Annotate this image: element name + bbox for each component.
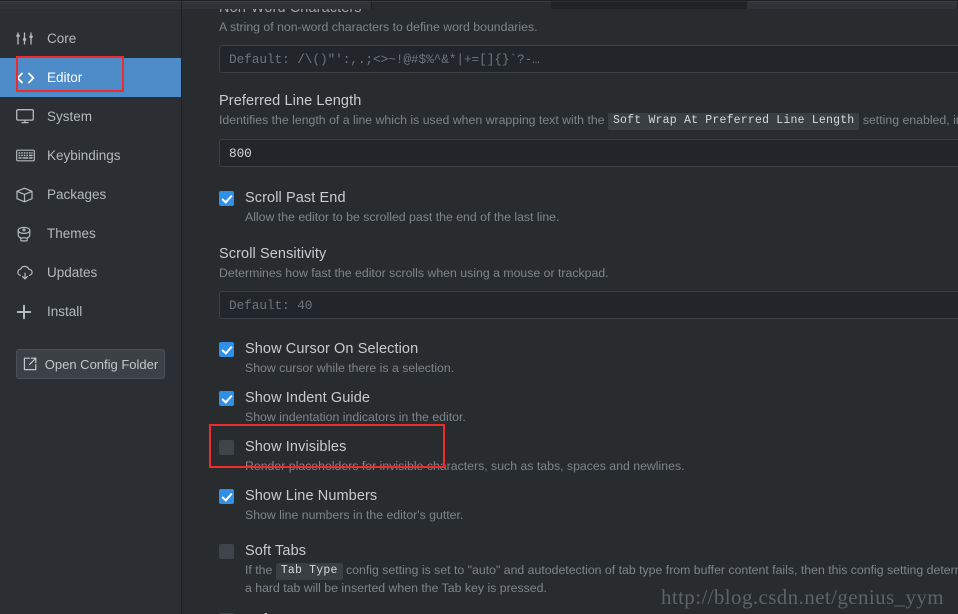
sidebar-item-keybindings[interactable]: Keybindings — [0, 136, 181, 175]
tab-strip-item[interactable] — [182, 1, 372, 9]
open-config-folder-label: Open Config Folder — [45, 357, 158, 372]
input-placeholder-text: Default: 40 — [229, 298, 312, 313]
show-invisibles-checkbox[interactable] — [219, 440, 234, 455]
setting-title: Non-Word Characters — [219, 9, 958, 17]
setting-show-indent-guide: Show Indent Guide Show indentation indic… — [219, 389, 958, 426]
sidebar-item-label: Updates — [47, 265, 97, 280]
setting-title: Scroll Sensitivity — [219, 245, 958, 263]
scroll-past-end-checkbox[interactable] — [219, 191, 234, 206]
input-value-text: 800 — [229, 146, 252, 161]
sidebar-item-label: Themes — [47, 226, 96, 241]
input-placeholder-text: Default: /\()"':,.;<>~!@#$%^&*|+=[]{}`?-… — [229, 52, 540, 67]
scroll-sensitivity-input[interactable]: Default: 40 — [219, 291, 958, 319]
monitor-icon — [16, 108, 38, 126]
sidebar-item-editor[interactable]: Editor — [0, 58, 181, 97]
package-icon — [16, 186, 38, 204]
setting-scroll-sensitivity: Scroll Sensitivity Determines how fast t… — [219, 245, 958, 319]
setting-title: Show Line Numbers — [245, 487, 463, 505]
setting-description: Determines how fast the editor scrolls w… — [219, 265, 958, 282]
setting-body: Show Invisibles Render placeholders for … — [245, 438, 685, 475]
setting-title: Preferred Line Length — [219, 92, 958, 110]
sidebar-item-core[interactable]: Core — [0, 19, 181, 58]
atom-settings-window: Core Editor System — [0, 0, 958, 614]
setting-preferred-line-length: Preferred Line Length Identifies the len… — [219, 92, 958, 167]
sidebar-item-themes[interactable]: Themes — [0, 214, 181, 253]
desc-text-before: If the — [245, 563, 276, 577]
soft-tabs-checkbox[interactable] — [219, 544, 234, 559]
tab-strip-item[interactable] — [747, 1, 958, 9]
desc-text-after: config setting is set to "auto" and auto… — [343, 563, 958, 577]
paintcan-icon — [16, 225, 38, 243]
preferred-line-length-input[interactable]: 800 — [219, 139, 958, 167]
setting-scroll-past-end: Scroll Past End Allow the editor to be s… — [219, 189, 958, 226]
setting-body: Show Line Numbers Show line numbers in t… — [245, 487, 463, 524]
sidebar-item-install[interactable]: Install — [0, 292, 181, 331]
sidebar-item-packages[interactable]: Packages — [0, 175, 181, 214]
setting-show-cursor-on-selection: Show Cursor On Selection Show cursor whi… — [219, 340, 958, 377]
setting-title: Soft Tabs — [245, 542, 958, 560]
setting-description: Allow the editor to be scrolled past the… — [245, 209, 559, 226]
code-icon — [16, 69, 38, 87]
setting-show-line-numbers: Show Line Numbers Show line numbers in t… — [219, 487, 958, 524]
setting-description: Render placeholders for invisible charac… — [245, 458, 685, 475]
show-line-numbers-checkbox[interactable] — [219, 489, 234, 504]
sidebar-item-system[interactable]: System — [0, 97, 181, 136]
tab-strip-item[interactable] — [552, 1, 747, 9]
settings-main-panel: Non-Word Characters A string of non-word… — [183, 9, 958, 614]
sidebar-item-label: Core — [47, 31, 76, 46]
setting-non-word-characters: Non-Word Characters A string of non-word… — [219, 9, 958, 73]
sidebar-item-label: Editor — [47, 70, 82, 85]
settings-sidebar: Core Editor System — [0, 9, 182, 614]
setting-title: Scroll Past End — [245, 189, 559, 207]
keyboard-icon — [16, 147, 38, 165]
setting-title: Show Invisibles — [245, 438, 685, 456]
plus-icon — [16, 303, 38, 321]
show-indent-guide-checkbox[interactable] — [219, 391, 234, 406]
tab-bar — [0, 0, 958, 9]
sidebar-item-label: Keybindings — [47, 148, 121, 163]
setting-show-invisibles: Show Invisibles Render placeholders for … — [219, 438, 958, 475]
setting-description: Show cursor while there is a selection. — [245, 360, 454, 377]
setting-description: Show indentation indicators in the edito… — [245, 409, 466, 426]
setting-description: If the Tab Type config setting is set to… — [245, 562, 958, 580]
external-link-icon — [23, 357, 37, 371]
non-word-characters-input[interactable]: Default: /\()"':,.;<>~!@#$%^&*|+=[]{}`?-… — [219, 45, 958, 73]
cloud-download-icon — [16, 264, 38, 282]
setting-description: Identifies the length of a line which is… — [219, 112, 958, 130]
inline-code-tab-type: Tab Type — [276, 563, 343, 580]
open-config-folder-button[interactable]: Open Config Folder — [16, 349, 165, 379]
setting-body: Show Cursor On Selection Show cursor whi… — [245, 340, 454, 377]
tab-strip-item[interactable] — [0, 1, 182, 9]
sidebar-item-label: System — [47, 109, 92, 124]
setting-body: Scroll Past End Allow the editor to be s… — [245, 189, 559, 226]
sidebar-item-label: Packages — [47, 187, 106, 202]
watermark: http://blog.csdn.net/genius_yym — [661, 585, 944, 610]
sidebar-item-updates[interactable]: Updates — [0, 253, 181, 292]
desc-text-after: setting enabled, in number of characters… — [859, 113, 958, 127]
setting-description: Show line numbers in the editor's gutter… — [245, 507, 463, 524]
setting-title: Show Cursor On Selection — [245, 340, 454, 358]
inline-code-soft-wrap-at-preferred-line-length: Soft Wrap At Preferred Line Length — [608, 113, 859, 130]
tab-strip-item-active[interactable] — [372, 1, 552, 9]
sidebar-item-label: Install — [47, 304, 82, 319]
config-button-wrap: Open Config Folder — [0, 331, 181, 379]
desc-text-before: Identifies the length of a line which is… — [219, 113, 608, 127]
setting-title: Show Indent Guide — [245, 389, 466, 407]
sliders-icon — [16, 30, 38, 48]
show-cursor-on-selection-checkbox[interactable] — [219, 342, 234, 357]
setting-body: Show Indent Guide Show indentation indic… — [245, 389, 466, 426]
setting-description: A string of non-word characters to defin… — [219, 19, 958, 36]
